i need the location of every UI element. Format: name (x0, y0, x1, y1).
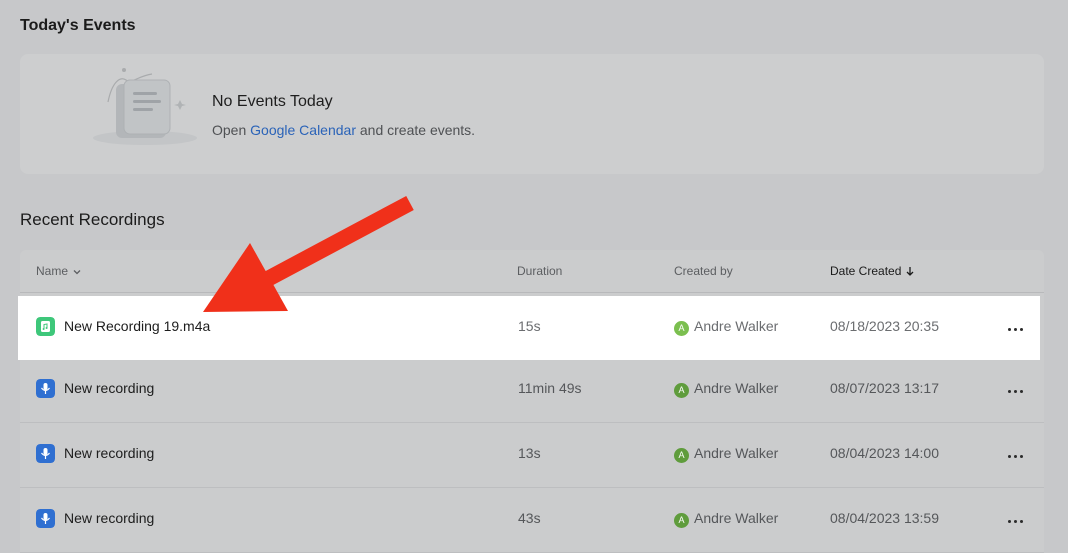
more-options-button[interactable] (1006, 318, 1028, 336)
more-options-button[interactable] (1006, 445, 1028, 463)
events-hint: Open Google Calendar and create events. (212, 122, 476, 138)
recording-creator: Andre Walker (694, 318, 779, 334)
recording-date: 08/04/2023 14:00 (830, 445, 939, 461)
arrow-down-icon (906, 267, 914, 276)
recording-name[interactable]: New recording (64, 445, 154, 461)
column-date-created-header[interactable]: Date Created (830, 264, 915, 278)
recording-creator: Andre Walker (694, 445, 779, 461)
recording-creator: Andre Walker (694, 380, 779, 396)
table-row[interactable]: New recording 13s A Andre Walker 08/04/2… (20, 423, 1044, 488)
avatar: A (674, 321, 689, 336)
recording-duration: 15s (518, 318, 541, 334)
no-events-text: No Events Today (212, 93, 333, 110)
table-row[interactable]: New Recording 19.m4a 15s A Andre Walker … (18, 296, 1040, 360)
column-duration-header[interactable]: Duration (517, 264, 562, 278)
dot-icon (1013, 390, 1017, 393)
dot-icon (1007, 520, 1011, 523)
avatar: A (674, 448, 689, 463)
recording-name[interactable]: New Recording 19.m4a (64, 318, 210, 334)
audio-file-icon (36, 317, 55, 336)
table-row[interactable]: New recording 11min 49s A Andre Walker 0… (20, 358, 1044, 423)
dot-icon (1019, 455, 1023, 458)
google-calendar-link[interactable]: Google Calendar (250, 122, 356, 138)
dot-icon (1013, 328, 1017, 331)
dot-icon (1013, 455, 1017, 458)
recording-name[interactable]: New recording (64, 510, 154, 526)
microphone-icon (36, 379, 55, 398)
recording-duration: 13s (518, 445, 541, 461)
recordings-table: Name Duration Created by Date Created Ne… (18, 250, 1044, 553)
todays-events-title: Today's Events (20, 17, 136, 34)
more-options-button[interactable] (1006, 380, 1028, 398)
dot-icon (1007, 328, 1011, 331)
column-created-by-header[interactable]: Created by (674, 264, 733, 278)
table-header: Name Duration Created by Date Created (20, 250, 1044, 293)
recent-recordings-title: Recent Recordings (20, 210, 165, 229)
empty-events-illustration (93, 68, 197, 145)
avatar: A (674, 513, 689, 528)
chevron-down-icon (73, 270, 81, 275)
recording-name[interactable]: New recording (64, 380, 154, 396)
dot-icon (1007, 455, 1011, 458)
recording-duration: 11min 49s (518, 380, 582, 396)
microphone-icon (36, 444, 55, 463)
recording-date: 08/07/2023 13:17 (830, 380, 939, 396)
dot-icon (1007, 390, 1011, 393)
dot-icon (1019, 520, 1023, 523)
dot-icon (1019, 390, 1023, 393)
column-name-header[interactable]: Name (36, 264, 82, 278)
recording-date: 08/18/2023 20:35 (830, 318, 939, 334)
events-card: No Events Today Open Google Calendar and… (20, 54, 1044, 174)
dot-icon (1013, 520, 1017, 523)
table-row[interactable]: New recording 43s A Andre Walker 08/04/2… (20, 488, 1044, 553)
microphone-icon (36, 509, 55, 528)
recording-creator: Andre Walker (694, 510, 779, 526)
more-options-button[interactable] (1006, 510, 1028, 528)
recording-duration: 43s (518, 510, 541, 526)
recording-date: 08/04/2023 13:59 (830, 510, 939, 526)
avatar: A (674, 383, 689, 398)
dot-icon (1019, 328, 1023, 331)
